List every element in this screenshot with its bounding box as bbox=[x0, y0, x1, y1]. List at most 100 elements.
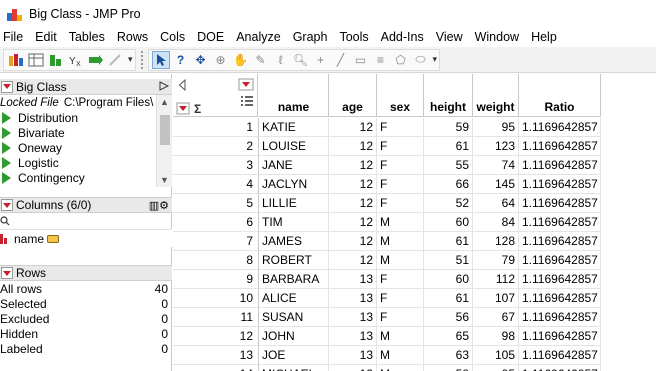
cell-height[interactable]: 61 bbox=[424, 137, 473, 156]
cell-age[interactable]: 13 bbox=[329, 327, 377, 346]
columns-red-triangle-icon[interactable] bbox=[1, 199, 13, 211]
cell-weight[interactable]: 67 bbox=[473, 308, 519, 327]
columns-filter-icon[interactable]: ▥⚙ bbox=[149, 199, 169, 212]
cell-sex[interactable]: F bbox=[377, 118, 424, 137]
cell-sex[interactable]: F bbox=[377, 270, 424, 289]
scroll-up-icon[interactable]: ▲ bbox=[157, 95, 172, 109]
cell-weight[interactable]: 98 bbox=[473, 327, 519, 346]
cell-age[interactable]: 12 bbox=[329, 156, 377, 175]
cell-sex[interactable]: M bbox=[377, 346, 424, 365]
table-row[interactable]: 7 JAMES 12 M 61 128 1.1169642857 bbox=[173, 232, 601, 251]
table-row[interactable]: 9 BARBARA 13 F 60 112 1.1169642857 bbox=[173, 270, 601, 289]
cell-ratio[interactable]: 1.1169642857 bbox=[519, 232, 601, 251]
cell-name[interactable]: JOHN bbox=[259, 327, 329, 346]
cell-sex[interactable]: M bbox=[377, 232, 424, 251]
run-script-icon[interactable] bbox=[2, 171, 11, 184]
menu-cols[interactable]: Cols bbox=[154, 28, 191, 47]
cell-height[interactable]: 51 bbox=[424, 251, 473, 270]
cell-age[interactable]: 12 bbox=[329, 137, 377, 156]
menu-analyze[interactable]: Analyze bbox=[230, 28, 286, 47]
cell-age[interactable]: 13 bbox=[329, 270, 377, 289]
cell-ratio[interactable]: 1.1169642857 bbox=[519, 308, 601, 327]
cell-name[interactable]: JAMES bbox=[259, 232, 329, 251]
table-row[interactable]: 14MICHAEL13M58951.1169642857 bbox=[173, 365, 601, 371]
table-row[interactable]: 11 SUSAN 13 F 56 67 1.1169642857 bbox=[173, 308, 601, 327]
cell-name[interactable]: JANE bbox=[259, 156, 329, 175]
run-script-icon[interactable] bbox=[2, 156, 11, 169]
columns-search-field[interactable] bbox=[0, 213, 172, 230]
cell-name[interactable]: JOE bbox=[259, 346, 329, 365]
line-tool-icon[interactable]: ╱ bbox=[332, 51, 350, 69]
cell-ratio[interactable]: 1.1169642857 bbox=[519, 118, 601, 137]
column-header-name[interactable]: name bbox=[259, 74, 329, 117]
cell-weight[interactable]: 112 bbox=[473, 270, 519, 289]
row-number[interactable]: 14 bbox=[173, 365, 259, 371]
data-table-icon[interactable] bbox=[27, 51, 45, 69]
cell-height[interactable]: 65 bbox=[424, 327, 473, 346]
table-row[interactable]: 12 JOHN 13 M 65 98 1.1169642857 bbox=[173, 327, 601, 346]
menu-add-ins[interactable]: Add-Ins bbox=[375, 28, 430, 47]
polygon-tool-icon[interactable]: ⬠ bbox=[392, 51, 410, 69]
cell-height[interactable]: 63 bbox=[424, 346, 473, 365]
script-item-bivariate[interactable]: Bivariate bbox=[0, 125, 172, 140]
cell-age[interactable]: 13 bbox=[329, 289, 377, 308]
toolbar-overflow-icon[interactable]: ▾ bbox=[128, 54, 133, 65]
cell-name[interactable]: TIM bbox=[259, 213, 329, 232]
cell-age[interactable]: 12 bbox=[329, 251, 377, 270]
table-row[interactable]: 2 LOUISE 12 F 61 123 1.1169642857 bbox=[173, 137, 601, 156]
cell-sex[interactable]: F bbox=[377, 289, 424, 308]
scroll-down-icon[interactable]: ▼ bbox=[157, 173, 172, 187]
cell-ratio[interactable]: 1.1169642857 bbox=[519, 137, 601, 156]
column-header-weight[interactable]: weight bbox=[473, 74, 519, 117]
cell-age[interactable]: 12 bbox=[329, 175, 377, 194]
cell-height[interactable]: 52 bbox=[424, 194, 473, 213]
table-row[interactable]: 1 KATIE 12 F 59 95 1.1169642857 bbox=[173, 118, 601, 137]
crosshair-plus-icon[interactable]: + bbox=[312, 51, 330, 69]
column-header-age[interactable]: age bbox=[329, 74, 377, 117]
jmp-home-icon[interactable] bbox=[7, 51, 25, 69]
row-number[interactable]: 2 bbox=[173, 137, 259, 156]
cell-sex[interactable]: F bbox=[377, 175, 424, 194]
table-row[interactable]: 3 JANE 12 F 55 74 1.1169642857 bbox=[173, 156, 601, 175]
scripts-scrollbar[interactable]: ▲ ▼ bbox=[156, 95, 172, 187]
menu-doe[interactable]: DOE bbox=[191, 28, 230, 47]
cell-ratio[interactable]: 1.1169642857 bbox=[519, 346, 601, 365]
row-number[interactable]: 6 bbox=[173, 213, 259, 232]
cell-height[interactable]: 58 bbox=[424, 365, 473, 371]
row-number[interactable]: 5 bbox=[173, 194, 259, 213]
column-header-height[interactable]: height bbox=[424, 74, 473, 117]
cell-height[interactable]: 61 bbox=[424, 289, 473, 308]
hand-tool-icon[interactable]: ✋ bbox=[232, 51, 250, 69]
cell-height[interactable]: 56 bbox=[424, 308, 473, 327]
fit-y-by-x-icon[interactable]: YX bbox=[67, 51, 85, 69]
cell-age[interactable]: 13 bbox=[329, 346, 377, 365]
distribution-icon[interactable] bbox=[47, 51, 65, 69]
cell-height[interactable]: 59 bbox=[424, 118, 473, 137]
menu-graph[interactable]: Graph bbox=[287, 28, 334, 47]
script-item-contingency[interactable]: Contingency bbox=[0, 170, 172, 185]
fit-model-icon[interactable] bbox=[87, 51, 105, 69]
cell-weight[interactable]: 64 bbox=[473, 194, 519, 213]
row-number[interactable]: 7 bbox=[173, 232, 259, 251]
row-number[interactable]: 10 bbox=[173, 289, 259, 308]
column-header-ratio[interactable]: Ratio bbox=[519, 74, 601, 117]
cell-ratio[interactable]: 1.1169642857 bbox=[519, 175, 601, 194]
column-item-name[interactable]: name bbox=[0, 230, 172, 247]
annotate-icon[interactable]: ▭ bbox=[352, 51, 370, 69]
menu-tables[interactable]: Tables bbox=[63, 28, 111, 47]
cell-weight[interactable]: 105 bbox=[473, 346, 519, 365]
menu-edit[interactable]: Edit bbox=[29, 28, 63, 47]
toolbar-tools-overflow-icon[interactable]: ▾ bbox=[433, 54, 438, 65]
cell-weight[interactable]: 123 bbox=[473, 137, 519, 156]
arrow-tool-icon[interactable] bbox=[151, 50, 170, 69]
lasso-tool-icon[interactable]: ℓ bbox=[272, 51, 290, 69]
cell-age[interactable]: 12 bbox=[329, 213, 377, 232]
cell-age[interactable]: 13 bbox=[329, 308, 377, 327]
cell-ratio[interactable]: 1.1169642857 bbox=[519, 213, 601, 232]
table-row[interactable]: 4 JACLYN 12 F 66 145 1.1169642857 bbox=[173, 175, 601, 194]
cell-ratio[interactable]: 1.1169642857 bbox=[519, 194, 601, 213]
cell-ratio[interactable]: 1.1169642857 bbox=[519, 289, 601, 308]
cell-sex[interactable]: F bbox=[377, 156, 424, 175]
script-icon[interactable] bbox=[107, 51, 125, 69]
row-number[interactable]: 9 bbox=[173, 270, 259, 289]
